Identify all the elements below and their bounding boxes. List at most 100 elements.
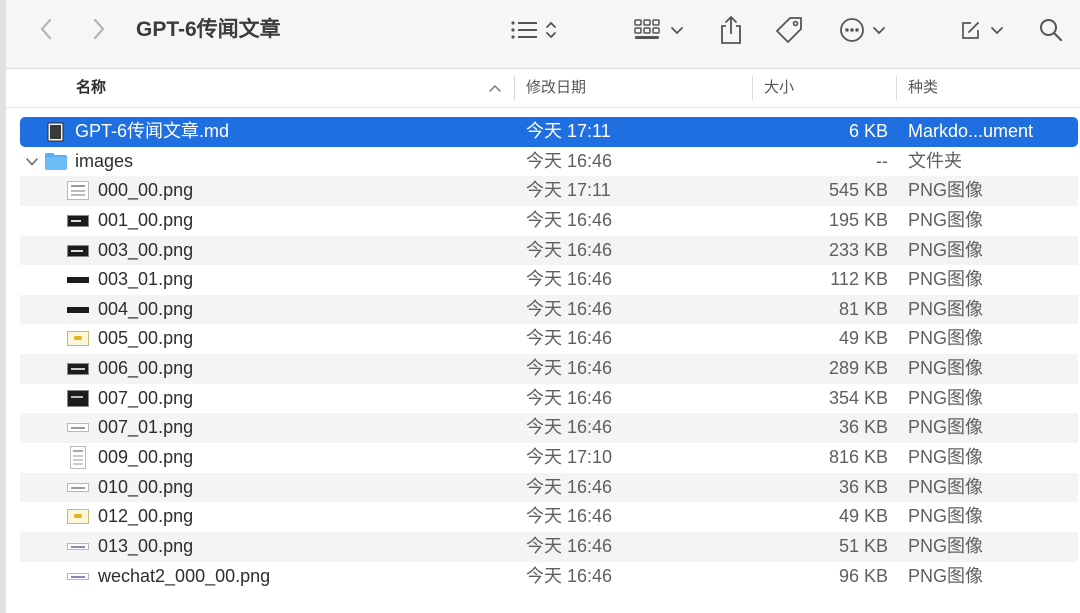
file-row[interactable]: 001_00.png 今天 16:46 195 KB PNG图像 [20, 206, 1078, 236]
file-name: 006_00.png [98, 358, 194, 379]
file-date: 今天 16:46 [526, 209, 613, 230]
file-date: 今天 16:46 [526, 328, 613, 349]
column-name[interactable]: 名称 [76, 69, 106, 107]
sort-ascending-icon[interactable] [488, 83, 502, 93]
image-thumbnail-icon [67, 542, 89, 550]
file-name: 003_01.png [98, 269, 194, 290]
file-name: 005_00.png [98, 328, 194, 349]
file-row[interactable]: 010_00.png 今天 16:46 36 KB PNG图像 [20, 472, 1078, 503]
file-size: 6 KB [848, 121, 888, 141]
file-name: 003_00.png [98, 239, 194, 260]
list-icon [511, 21, 537, 39]
file-row[interactable]: GPT-6传闻文章.md 今天 17:11 6 KB Markdo...umen… [20, 117, 1078, 147]
file-row[interactable]: 005_00.png 今天 16:46 49 KB PNG图像 [20, 324, 1078, 354]
column-separator[interactable] [752, 75, 753, 101]
file-name: images [75, 150, 134, 171]
share-button[interactable] [718, 14, 744, 46]
file-date: 今天 16:46 [526, 565, 613, 586]
file-date: 今天 16:46 [526, 535, 613, 556]
image-thumbnail-icon [67, 482, 89, 492]
search-button[interactable] [1038, 14, 1064, 46]
column-size[interactable]: 大小 [764, 69, 794, 107]
file-kind: 文件夹 [908, 150, 962, 171]
file-name: 007_01.png [98, 417, 194, 438]
search-icon [1040, 19, 1063, 42]
file-row[interactable]: 007_00.png 今天 16:46 354 KB PNG图像 [20, 384, 1078, 414]
file-kind: PNG图像 [908, 298, 984, 319]
file-row[interactable]: 004_00.png 今天 16:46 81 KB PNG图像 [20, 294, 1078, 325]
edit-button[interactable] [960, 14, 1004, 46]
file-size: 36 KB [838, 476, 888, 497]
file-date: 今天 16:46 [526, 298, 613, 319]
file-row[interactable]: 000_00.png 今天 17:11 545 KB PNG图像 [20, 176, 1078, 206]
file-kind: PNG图像 [908, 506, 984, 527]
file-size: 112 KB [830, 269, 888, 290]
file-date: 今天 17:11 [526, 121, 611, 141]
file-kind: PNG图像 [908, 535, 984, 556]
file-date: 今天 16:46 [526, 150, 613, 171]
chevron-right-icon [93, 18, 105, 40]
file-list: GPT-6传闻文章.md 今天 17:11 6 KB Markdo...umen… [20, 117, 1078, 591]
image-thumbnail-icon [67, 214, 89, 227]
file-name: 001_00.png [98, 209, 194, 230]
forward-button[interactable] [84, 14, 114, 44]
file-size: 354 KB [828, 387, 888, 408]
file-kind: PNG图像 [908, 387, 984, 408]
file-kind: PNG图像 [908, 476, 984, 497]
file-row[interactable]: wechat2_000_00.png 今天 16:46 96 KB PNG图像 [20, 562, 1078, 592]
column-separator[interactable] [514, 75, 515, 101]
tag-button[interactable] [774, 14, 804, 46]
image-thumbnail-icon [67, 331, 89, 347]
file-size: 51 KB [838, 535, 888, 556]
file-row[interactable]: 012_00.png 今天 16:46 49 KB PNG图像 [20, 502, 1078, 532]
file-size: 816 KB [828, 447, 888, 468]
file-name: 012_00.png [98, 506, 194, 527]
file-kind: PNG图像 [908, 565, 984, 586]
file-size: 49 KB [838, 506, 888, 527]
file-name: 000_00.png [98, 180, 194, 201]
chevron-left-icon [40, 18, 52, 40]
file-row[interactable]: 003_01.png 今天 16:46 112 KB PNG图像 [20, 265, 1078, 295]
view-options-button[interactable] [510, 14, 558, 46]
chevron-updown-icon [546, 21, 556, 39]
file-kind: PNG图像 [908, 209, 984, 230]
column-kind[interactable]: 种类 [908, 69, 938, 107]
column-separator[interactable] [896, 75, 897, 101]
toolbar: GPT-6传闻文章 [6, 0, 1080, 69]
file-kind: PNG图像 [908, 269, 984, 290]
file-row[interactable]: 009_00.png 今天 17:10 816 KB PNG图像 [20, 443, 1078, 473]
file-row[interactable]: 003_00.png 今天 16:46 233 KB PNG图像 [20, 235, 1078, 266]
file-name: 013_00.png [98, 535, 194, 556]
file-date: 今天 16:46 [526, 506, 613, 527]
file-size: 545 KB [828, 180, 888, 201]
file-name: 007_00.png [98, 387, 194, 408]
file-kind: PNG图像 [908, 358, 984, 379]
image-thumbnail-icon [67, 306, 89, 313]
file-date: 今天 16:46 [526, 387, 613, 408]
file-size: 96 KB [838, 565, 888, 586]
folder-row[interactable]: images 今天 16:46 -- 文件夹 [20, 147, 1078, 177]
column-date[interactable]: 修改日期 [526, 69, 586, 107]
more-actions-button[interactable] [838, 14, 886, 46]
file-size: 36 KB [838, 417, 888, 438]
image-thumbnail-icon [67, 423, 89, 433]
file-name: 009_00.png [98, 447, 194, 468]
image-thumbnail-icon [70, 446, 86, 470]
markdown-file-icon [47, 122, 69, 142]
back-button[interactable] [31, 14, 61, 44]
file-size: -- [876, 150, 888, 171]
file-row[interactable]: 007_01.png 今天 16:46 36 KB PNG图像 [20, 413, 1078, 444]
compose-icon [962, 22, 979, 39]
chevron-down-icon[interactable] [24, 154, 40, 170]
image-thumbnail-icon [67, 572, 89, 580]
file-row[interactable]: 013_00.png 今天 16:46 51 KB PNG图像 [20, 531, 1078, 562]
file-kind: PNG图像 [908, 239, 984, 260]
image-thumbnail-icon [67, 389, 89, 407]
image-thumbnail-icon [67, 181, 89, 201]
group-button[interactable] [634, 14, 684, 46]
chevron-down-icon [991, 27, 1003, 35]
column-header: 名称 修改日期 大小 种类 [6, 69, 1080, 108]
file-row[interactable]: 006_00.png 今天 16:46 289 KB PNG图像 [20, 354, 1078, 384]
file-date: 今天 16:46 [526, 358, 613, 379]
image-thumbnail-icon [67, 277, 89, 284]
